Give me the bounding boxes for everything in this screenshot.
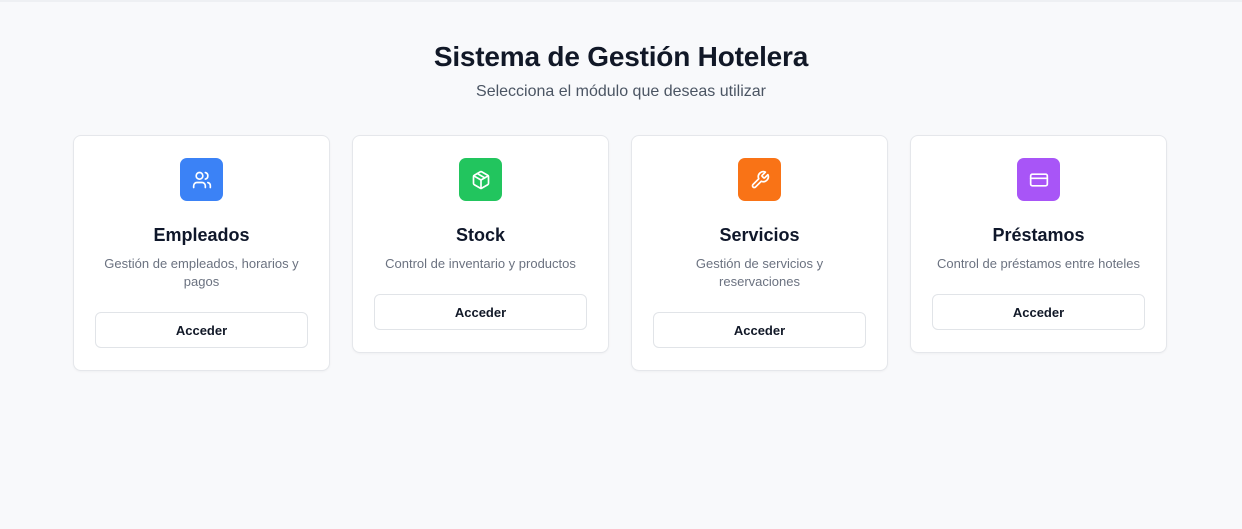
module-cards: Empleados Gestión de empleados, horarios… [73, 135, 1167, 371]
module-description: Control de inventario y productos [385, 256, 576, 271]
module-title: Préstamos [992, 225, 1085, 245]
module-description: Gestión de empleados, horarios y pagos [104, 256, 299, 289]
top-divider [0, 0, 1242, 2]
users-icon [180, 158, 223, 201]
package-icon [459, 158, 502, 201]
module-card-prestamos: Préstamos Control de préstamos entre hot… [910, 135, 1167, 353]
module-title: Stock [455, 225, 506, 245]
module-card-servicios: Servicios Gestión de servicios y reserva… [631, 135, 888, 371]
module-description: Gestión de servicios y reservaciones [695, 256, 824, 289]
access-button-servicios[interactable]: Acceder [653, 312, 866, 348]
module-card-stock: Stock Control de inventario y productos … [352, 135, 609, 353]
page-subtitle: Selecciona el módulo que deseas utilizar [476, 83, 766, 100]
access-button-empleados[interactable]: Acceder [95, 312, 308, 348]
module-card-empleados: Empleados Gestión de empleados, horarios… [73, 135, 330, 371]
credit-card-icon [1017, 158, 1060, 201]
access-button-stock[interactable]: Acceder [374, 294, 587, 330]
module-title: Servicios [719, 225, 800, 245]
wrench-icon [738, 158, 781, 201]
access-button-prestamos[interactable]: Acceder [932, 294, 1145, 330]
module-description: Control de préstamos entre hoteles [936, 256, 1141, 271]
page-header: Sistema de Gestión Hotelera Selecciona e… [0, 38, 1242, 103]
module-title: Empleados [153, 225, 250, 245]
page-title: Sistema de Gestión Hotelera [433, 41, 809, 72]
